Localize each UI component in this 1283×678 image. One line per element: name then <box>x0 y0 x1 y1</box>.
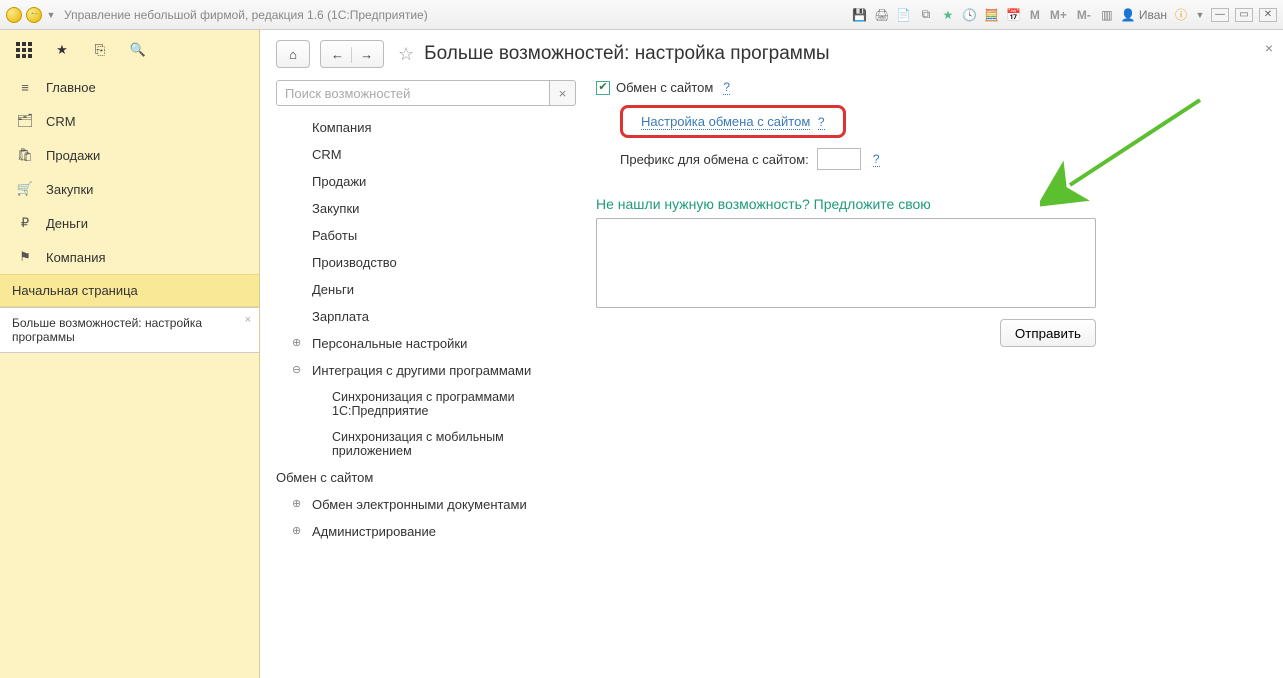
sidebar-tab-label: Больше возможностей: настройка программы <box>12 316 202 344</box>
history-dropdown-icon[interactable]: ▼ <box>46 10 56 20</box>
info-icon[interactable]: ⓘ <box>1173 7 1189 23</box>
user-name: Иван <box>1139 8 1167 22</box>
page-toolbar: ⌂ ←│→ ☆ Больше возможностей: настройка п… <box>276 40 1267 68</box>
tree-item-money[interactable]: Деньги <box>276 276 576 303</box>
titlebar: ▼ Управление небольшой фирмой, редакция … <box>0 0 1283 30</box>
user-icon: 👤 <box>1121 8 1136 22</box>
prefix-row: Префикс для обмена с сайтом: ? <box>620 148 1156 170</box>
settings-panel: Обмен с сайтом ? Настройка обмена с сайт… <box>596 80 1156 347</box>
sidebar-home-section[interactable]: Начальная страница <box>0 274 259 307</box>
tree-item-crm[interactable]: CRM <box>276 141 576 168</box>
sidebar-nav: ≡Главное 🗂CRM 🛍Продажи 🛒Закупки ₽Деньги … <box>0 70 259 274</box>
prefix-input[interactable] <box>817 148 861 170</box>
pin-icon[interactable]: ⎘ <box>90 40 110 60</box>
tree-item-production[interactable]: Производство <box>276 249 576 276</box>
calculator-icon[interactable]: 🧮 <box>984 7 1000 23</box>
tree-item-edoc[interactable]: Обмен электронными документами <box>276 491 576 518</box>
tree-item-personal[interactable]: Персональные настройки <box>276 330 576 357</box>
search-icon[interactable]: 🔍 <box>128 40 148 60</box>
help-icon[interactable]: ? <box>873 152 880 167</box>
sections-icon[interactable] <box>14 40 34 60</box>
site-exchange-label: Обмен с сайтом <box>616 80 713 95</box>
memory-m-minus[interactable]: M- <box>1075 8 1093 22</box>
home-button[interactable]: ⌂ <box>276 40 310 68</box>
options-tree-column: × Компания CRM Продажи Закупки Работы Пр… <box>276 80 576 545</box>
user-indicator[interactable]: 👤 Иван <box>1121 8 1167 22</box>
print-icon[interactable]: 🖨 <box>874 7 890 23</box>
tree-item-salary[interactable]: Зарплата <box>276 303 576 330</box>
app-logo-icon <box>6 7 22 23</box>
page-title: Больше возможностей: настройка программы <box>424 43 829 65</box>
sidebar: ★ ⎘ 🔍 ≡ Главное 🗂 CRM 🛍 Продажи 🛒 Закупки ₽ Д… <box>0 30 260 678</box>
calendar-icon[interactable]: 📅 <box>1006 7 1022 23</box>
suggest-label: Не нашли нужную возможность? Предложите … <box>596 196 1156 212</box>
maximize-button[interactable]: ▭ <box>1235 8 1253 22</box>
cart-icon: 🛒 <box>16 180 34 198</box>
help-icon[interactable]: ? <box>818 115 825 130</box>
document-icon[interactable]: 📄 <box>896 7 912 23</box>
search-wrap: × <box>276 80 576 106</box>
options-tree: Компания CRM Продажи Закупки Работы Прои… <box>276 114 576 545</box>
sidebar-tab-close-icon[interactable]: × <box>245 314 251 326</box>
sidebar-item-label: Главное <box>46 80 96 95</box>
sidebar-item-label: CRM <box>46 114 76 129</box>
compare-icon[interactable]: ⧉ <box>918 7 934 23</box>
site-exchange-config-link[interactable]: Настройка обмена с сайтом <box>641 114 810 130</box>
sidebar-item-label: Продажи <box>46 148 100 163</box>
ruble-icon: ₽ <box>16 214 34 232</box>
crm-icon: 🗂 <box>16 112 34 130</box>
info-dropdown-icon[interactable]: ▼ <box>1195 10 1205 20</box>
tree-item-integration[interactable]: Интеграция с другими программами <box>276 357 576 384</box>
submit-row: Отправить <box>596 319 1096 347</box>
sidebar-item-purchases[interactable]: 🛒 Закупки <box>0 172 259 206</box>
content-area: × ⌂ ←│→ ☆ Больше возможностей: настройка… <box>260 30 1283 678</box>
prefix-label: Префикс для обмена с сайтом: <box>620 152 809 167</box>
sidebar-active-tab[interactable]: Больше возможностей: настройка программы… <box>0 307 259 353</box>
sidebar-item-sales[interactable]: 🛍 Продажи <box>0 138 259 172</box>
window-title: Управление небольшой фирмой, редакция 1.… <box>64 8 428 22</box>
favorite-icon[interactable]: ★ <box>940 7 956 23</box>
page-close-icon[interactable]: × <box>1265 40 1273 56</box>
titlebar-right: 💾 🖨 📄 ⧉ ★ 🕓 🧮 📅 M M+ M- ▥ 👤 Иван ⓘ ▼ — ▭… <box>852 7 1277 23</box>
search-input[interactable] <box>276 80 550 106</box>
back-history-icon[interactable] <box>26 7 42 23</box>
sidebar-item-label: Деньги <box>46 216 88 231</box>
star-icon[interactable]: ★ <box>52 40 72 60</box>
sidebar-item-label: Закупки <box>46 182 93 197</box>
minimize-button[interactable]: — <box>1211 8 1229 22</box>
tree-item-admin[interactable]: Администрирование <box>276 518 576 545</box>
basket-icon: 🛍 <box>16 146 34 164</box>
submit-button[interactable]: Отправить <box>1000 319 1096 347</box>
nav-back-forward-button[interactable]: ←│→ <box>320 40 384 68</box>
sidebar-item-company[interactable]: ⚑ Компания <box>0 240 259 274</box>
favorite-outline-icon[interactable]: ☆ <box>398 44 414 65</box>
memory-m-plus[interactable]: M+ <box>1048 8 1069 22</box>
tree-item-sales[interactable]: Продажи <box>276 168 576 195</box>
clock-icon[interactable]: 🕓 <box>962 7 978 23</box>
tree-item-site-exchange: Обмен с сайтом <box>276 470 373 485</box>
panels-icon[interactable]: ▥ <box>1099 7 1115 23</box>
tree-item-sync-1c[interactable]: Синхронизация с программами 1С:Предприят… <box>276 384 576 424</box>
sidebar-item-money[interactable]: ₽ Деньги <box>0 206 259 240</box>
sidebar-item-main[interactable]: ≡ Главное <box>0 70 259 104</box>
help-icon[interactable]: ? <box>723 80 730 95</box>
site-exchange-checkbox-row: Обмен с сайтом ? <box>596 80 1156 95</box>
tree-item-sync-mobile[interactable]: Синхронизация с мобильным приложением <box>276 424 576 464</box>
tree-item-purchases[interactable]: Закупки <box>276 195 576 222</box>
sidebar-item-crm[interactable]: 🗂 CRM <box>0 104 259 138</box>
sidebar-item-label: Компания <box>46 250 106 265</box>
close-window-button[interactable]: ✕ <box>1259 8 1277 22</box>
tree-item-site-exchange-wrap[interactable]: Обмен с сайтом <box>276 464 576 491</box>
memory-m[interactable]: M <box>1028 8 1042 22</box>
tree-item-company[interactable]: Компания <box>276 114 576 141</box>
search-clear-button[interactable]: × <box>550 80 576 106</box>
menu-icon: ≡ <box>16 78 34 96</box>
suggest-textarea[interactable] <box>596 218 1096 308</box>
flag-icon: ⚑ <box>16 248 34 266</box>
highlight-box: Настройка обмена с сайтом ? <box>620 105 846 138</box>
site-exchange-checkbox[interactable] <box>596 81 610 95</box>
sidebar-toolbar: ★ ⎘ 🔍 <box>0 30 259 70</box>
tree-item-works[interactable]: Работы <box>276 222 576 249</box>
save-icon[interactable]: 💾 <box>852 7 868 23</box>
